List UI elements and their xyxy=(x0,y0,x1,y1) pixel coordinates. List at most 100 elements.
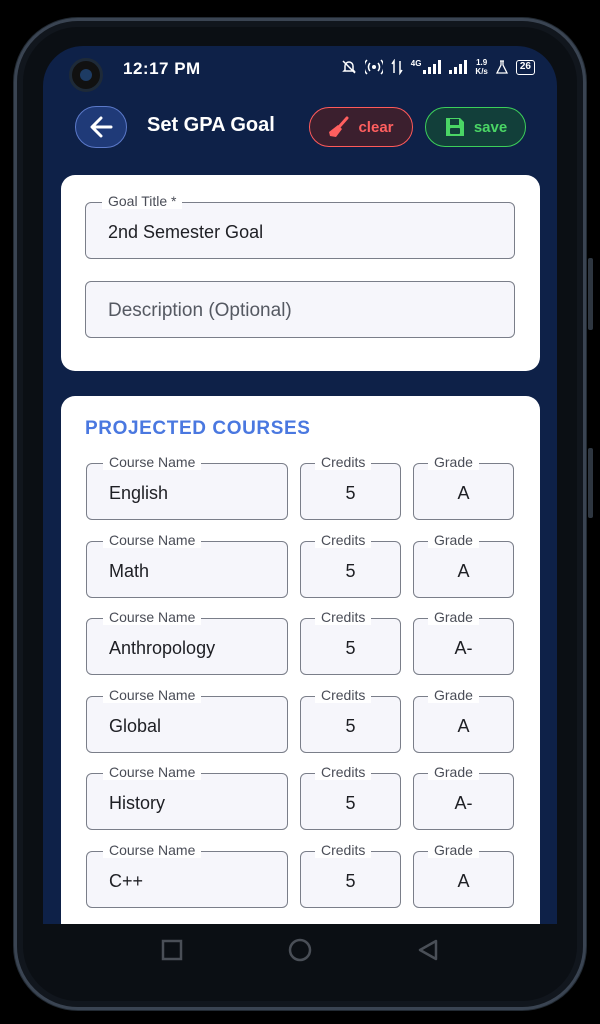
status-time: 12:17 PM xyxy=(123,59,201,78)
mute-bell-icon xyxy=(341,60,356,74)
grade-field-label: Grade xyxy=(428,454,479,470)
credits-field-label: Credits xyxy=(315,841,372,858)
grade-field[interactable]: Grade A xyxy=(413,841,514,908)
grade-field-value: A xyxy=(457,483,470,503)
credits-field[interactable]: Credits 5 xyxy=(300,764,401,830)
section-heading: PROJECTED COURSES xyxy=(85,418,311,439)
course-name-field[interactable]: Course Name History xyxy=(86,764,288,830)
flask-icon xyxy=(495,60,508,74)
description-field[interactable]: Description (Optional) xyxy=(85,281,515,338)
back-button[interactable] xyxy=(75,106,127,148)
clear-button[interactable]: clear xyxy=(309,107,413,147)
clear-label: clear xyxy=(358,118,394,136)
course-row: Course Name Anthropology Credits 5 Grade A- xyxy=(61,609,540,675)
grade-field-value: A xyxy=(457,870,470,891)
back-icon[interactable] xyxy=(416,938,440,962)
credits-field-label: Credits xyxy=(315,531,372,548)
credits-field-value: 5 xyxy=(345,560,356,581)
data-transfer-icon xyxy=(391,59,403,75)
course-row: Course Name Math Credits 5 Grade A xyxy=(61,531,540,598)
credits-field[interactable]: Credits 5 xyxy=(300,841,401,908)
credits-field-value: 5 xyxy=(345,793,356,813)
course-name-field[interactable]: Course Name C++ xyxy=(86,841,288,908)
course-name-field-label: Course Name xyxy=(103,764,202,780)
credits-field-value: 5 xyxy=(345,715,356,736)
grade-field-value: A xyxy=(457,715,470,736)
grade-field-value: A xyxy=(457,560,470,581)
projected-courses-card: PROJECTED COURSES Course Name English Cred… xyxy=(61,396,540,924)
course-name-field-label: Course Name xyxy=(103,531,202,548)
net-speed-value: 1.9 xyxy=(476,58,488,67)
course-name-field[interactable]: Course Name Math xyxy=(86,531,288,598)
credits-field-value: 5 xyxy=(345,870,356,891)
volume-button xyxy=(588,258,593,330)
course-name-field-label: Course Name xyxy=(103,686,202,703)
course-name-field-label: Course Name xyxy=(103,454,202,470)
floppy-disk-icon xyxy=(445,118,464,136)
course-name-field[interactable]: Course Name Global xyxy=(86,686,288,753)
app-screen: 12:17 PM 4G 1.9 K/s 26 Set GPA Goal clea… xyxy=(43,46,557,924)
credits-field-label: Credits xyxy=(315,764,372,780)
goal-title-label: Goal Title * xyxy=(102,193,183,209)
hotspot-icon xyxy=(364,59,383,75)
status-icons: 4G 1.9 K/s 26 xyxy=(341,58,535,76)
arrow-left-icon xyxy=(90,116,113,138)
credits-field[interactable]: Credits 5 xyxy=(300,686,401,753)
course-name-field[interactable]: Course Name English xyxy=(86,454,288,520)
signal-icon xyxy=(423,60,442,74)
app-bar: Set GPA Goal clear save xyxy=(43,102,557,218)
save-label: save xyxy=(473,118,508,136)
grade-field-value: A- xyxy=(454,793,473,813)
course-name-field-label: Course Name xyxy=(103,841,202,858)
course-name-field-value: Math xyxy=(109,560,150,581)
status-bar: 12:17 PM 4G 1.9 K/s 26 xyxy=(43,46,557,96)
course-row: Course Name C++ Credits 5 Grade A xyxy=(61,841,540,908)
course-row: Course Name English Credits 5 Grade A xyxy=(61,454,540,520)
grade-field[interactable]: Grade A xyxy=(413,531,514,598)
course-name-field-value: Anthropology xyxy=(109,638,216,658)
credits-field[interactable]: Credits 5 xyxy=(300,454,401,520)
course-name-field-value: History xyxy=(109,793,166,813)
grade-field[interactable]: Grade A- xyxy=(413,609,514,675)
recent-apps-icon[interactable] xyxy=(160,938,184,962)
net-speed: 1.9 K/s xyxy=(475,58,487,76)
description-placeholder: Description (Optional) xyxy=(108,300,292,321)
credits-field-value: 5 xyxy=(345,638,356,658)
net-speed-unit: K/s xyxy=(475,67,488,76)
grade-field-label: Grade xyxy=(428,686,479,703)
grade-field-label: Grade xyxy=(428,531,479,548)
grade-field-value: A- xyxy=(454,638,473,658)
course-name-field-value: English xyxy=(109,483,169,503)
course-name-field-value: C++ xyxy=(109,870,144,891)
page-title: Set GPA Goal xyxy=(147,114,275,136)
credits-field-label: Credits xyxy=(315,454,372,470)
grade-field-label: Grade xyxy=(428,841,479,858)
front-camera xyxy=(69,58,103,92)
credits-field-value: 5 xyxy=(345,483,356,503)
save-button[interactable]: save xyxy=(425,107,526,147)
grade-field[interactable]: Grade A xyxy=(413,454,514,520)
credits-field-label: Credits xyxy=(315,686,372,703)
broom-icon xyxy=(329,116,349,137)
course-name-field-label: Course Name xyxy=(103,609,202,625)
course-name-field-value: Global xyxy=(109,715,162,736)
goal-title-field[interactable]: Goal Title * 2nd Semester Goal xyxy=(85,193,515,259)
course-row: Course Name Global Credits 5 Grade A xyxy=(61,686,540,753)
course-row: Course Name History Credits 5 Grade A- xyxy=(61,764,540,830)
signal-2-icon xyxy=(449,60,468,74)
course-name-field[interactable]: Course Name Anthropology xyxy=(86,609,288,675)
goal-details-card: Goal Title * 2nd Semester Goal Descripti… xyxy=(61,175,540,371)
grade-field[interactable]: Grade A- xyxy=(413,764,514,830)
battery-indicator: 26 xyxy=(515,59,535,75)
grade-field[interactable]: Grade A xyxy=(413,686,514,753)
credits-field[interactable]: Credits 5 xyxy=(300,531,401,598)
power-button xyxy=(588,448,593,518)
system-nav-bar xyxy=(43,924,557,978)
home-icon[interactable] xyxy=(287,938,313,964)
network-type: 4G xyxy=(410,58,422,68)
goal-title-value: 2nd Semester Goal xyxy=(108,222,264,242)
grade-field-label: Grade xyxy=(428,609,479,625)
grade-field-label: Grade xyxy=(428,764,479,780)
credits-field-label: Credits xyxy=(315,609,372,625)
credits-field[interactable]: Credits 5 xyxy=(300,609,401,675)
